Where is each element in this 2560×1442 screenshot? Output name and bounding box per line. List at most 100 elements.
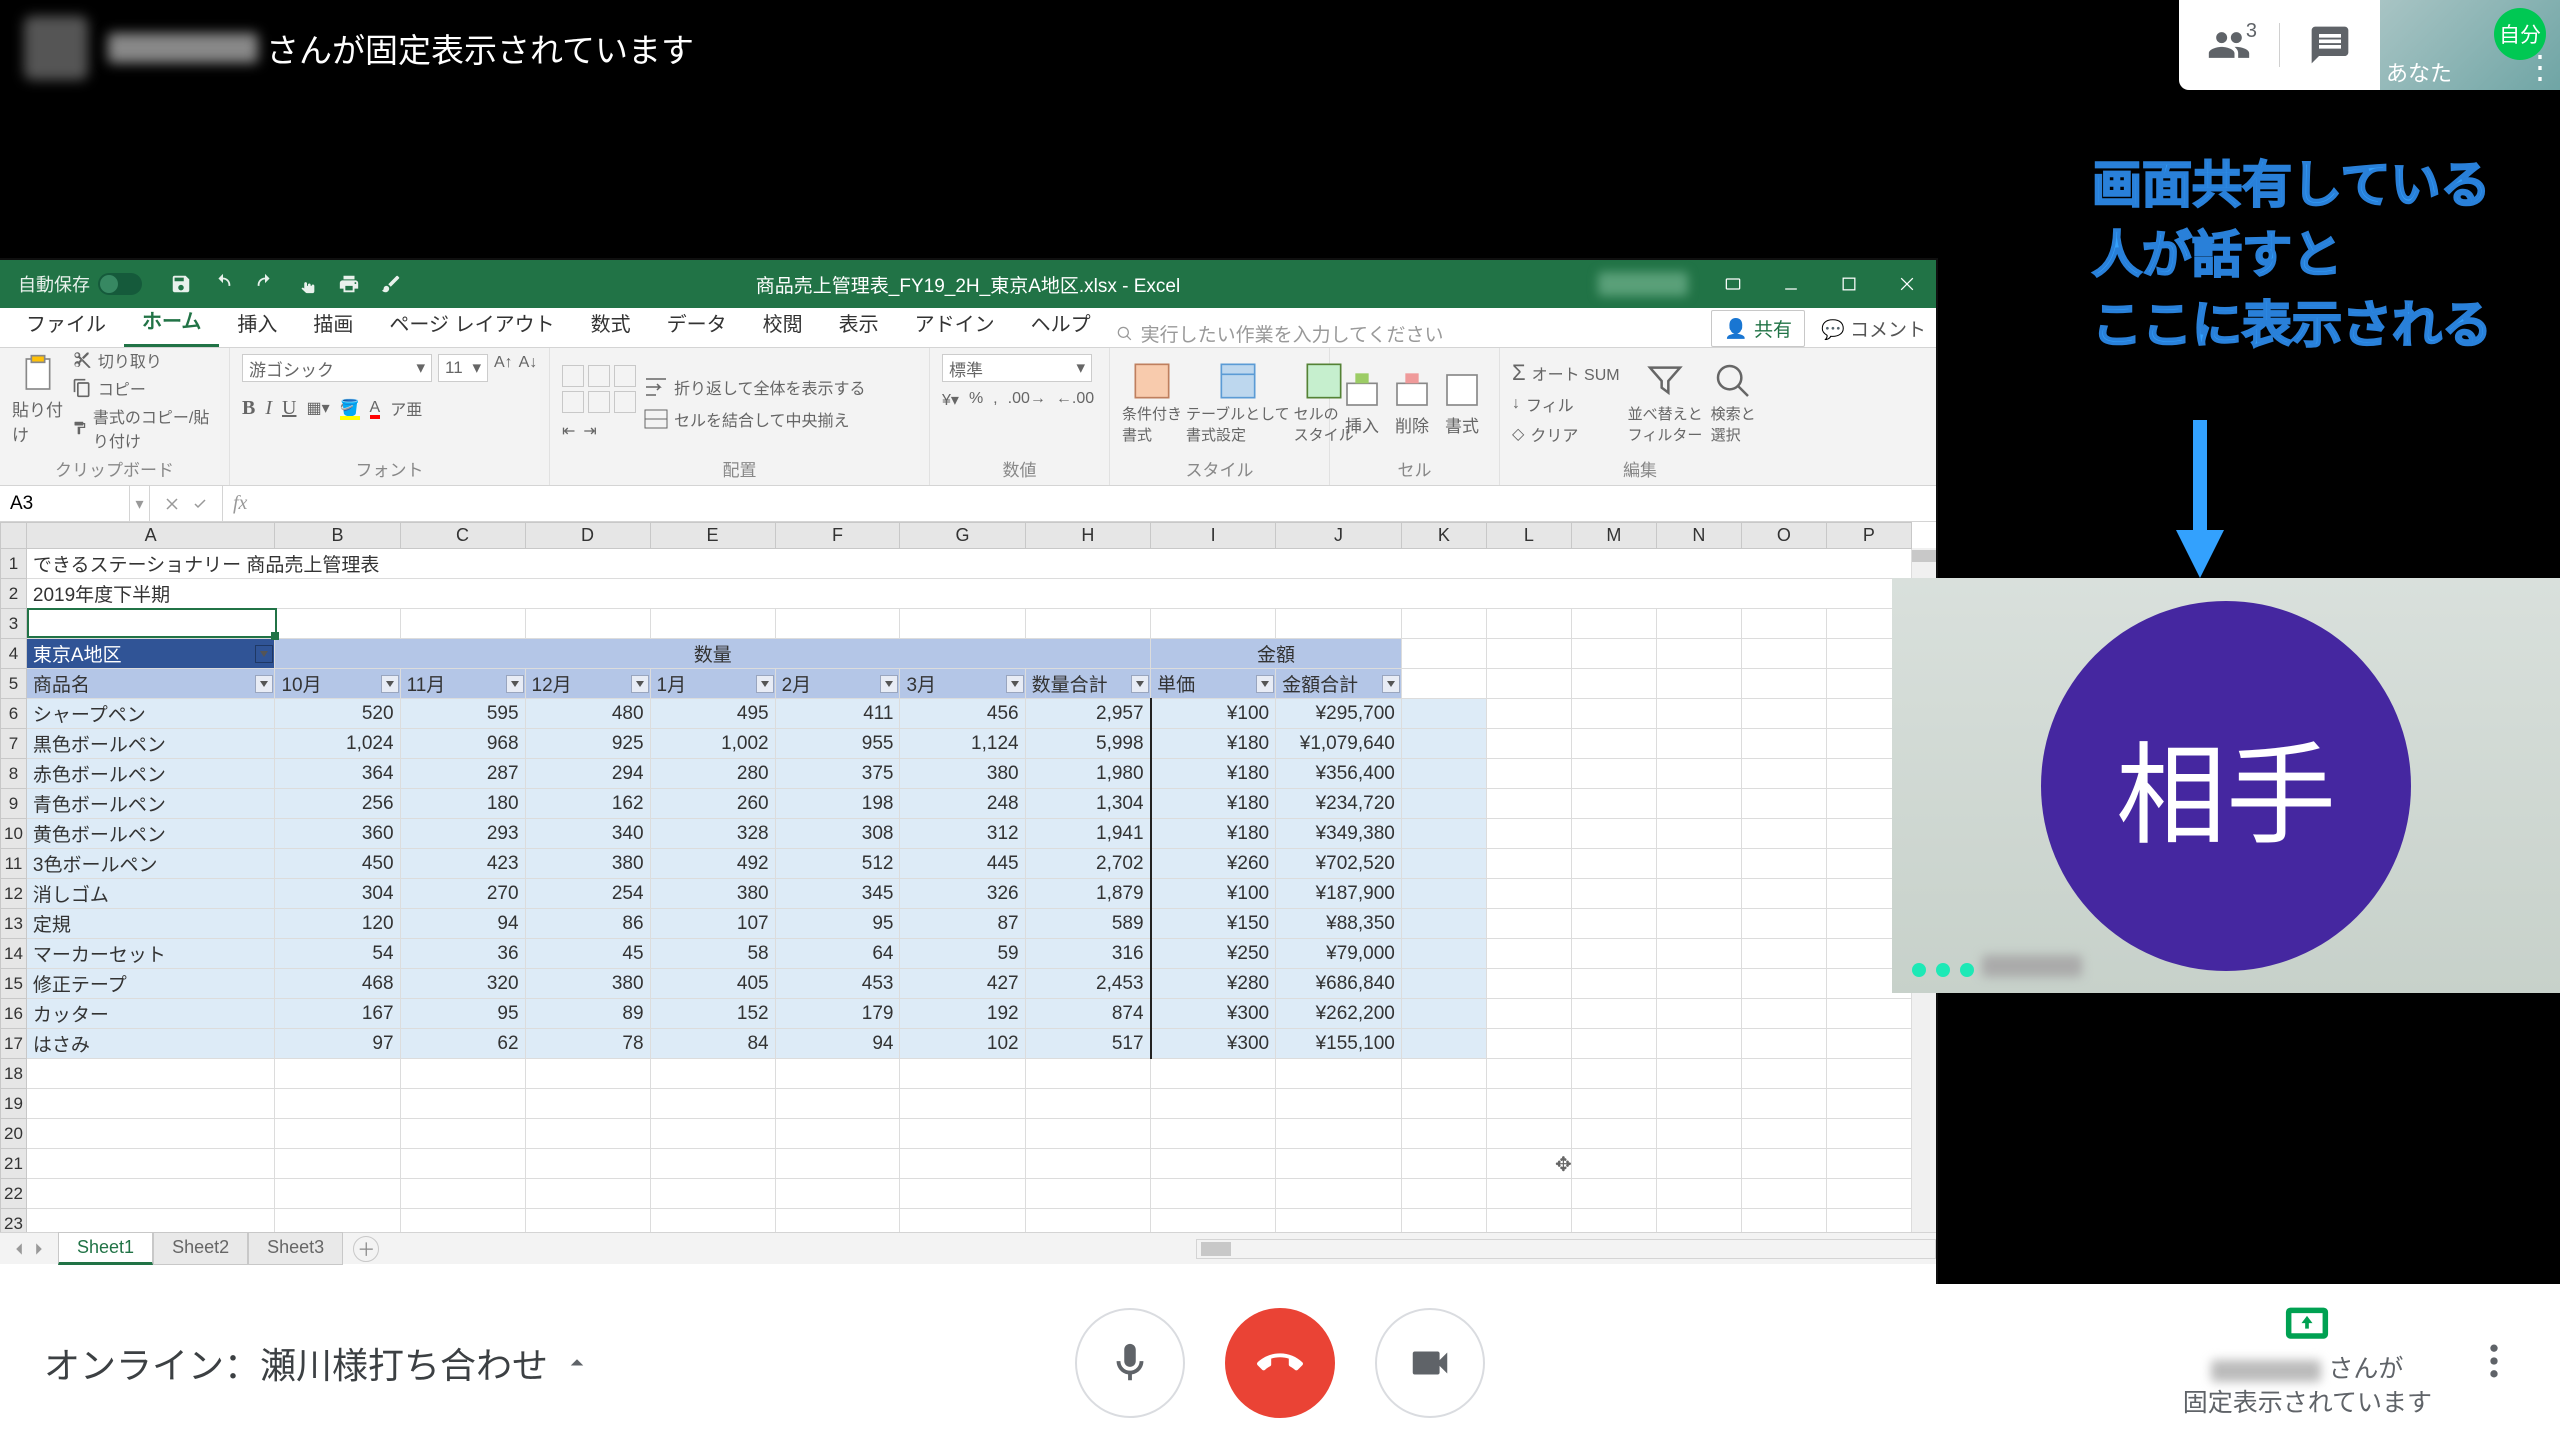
sheet-nav-buttons[interactable]: [0, 1242, 58, 1256]
data-cell[interactable]: 198: [775, 789, 900, 819]
data-cell[interactable]: 120: [275, 909, 400, 939]
empty-cell[interactable]: [1276, 1209, 1402, 1233]
sheet-subtitle-cell[interactable]: 2019年度下半期: [26, 579, 1911, 609]
empty-cell[interactable]: [1571, 1209, 1656, 1233]
empty-cell[interactable]: [1571, 1119, 1656, 1149]
unit-price-cell[interactable]: ¥180: [1151, 819, 1276, 849]
print-icon[interactable]: [338, 273, 360, 295]
empty-cell[interactable]: [400, 1149, 525, 1179]
fill-color-button[interactable]: 🪣: [340, 398, 360, 418]
product-name-cell[interactable]: カッター: [26, 999, 275, 1029]
quick-access-toolbar[interactable]: [170, 273, 402, 295]
empty-cell[interactable]: [1826, 1179, 1911, 1209]
data-cell[interactable]: 54: [275, 939, 400, 969]
empty-cell[interactable]: [1486, 1179, 1571, 1209]
data-cell[interactable]: 94: [400, 909, 525, 939]
empty-cell[interactable]: [1025, 1149, 1150, 1179]
empty-cell[interactable]: [1826, 1059, 1911, 1089]
column-header[interactable]: P: [1826, 523, 1911, 549]
horizontal-scrollbar[interactable]: [1196, 1239, 1936, 1259]
font-name-select[interactable]: 游ゴシック▾: [242, 354, 432, 382]
product-name-cell[interactable]: 黄色ボールペン: [26, 819, 275, 849]
format-painter-button[interactable]: 書式のコピー/貼り付け: [72, 404, 217, 452]
empty-cell[interactable]: [650, 1179, 775, 1209]
empty-cell[interactable]: [525, 1089, 650, 1119]
empty-cell[interactable]: [775, 1149, 900, 1179]
data-cell[interactable]: 380: [900, 759, 1025, 789]
amount-cell[interactable]: ¥1,079,640: [1276, 729, 1402, 759]
bold-button[interactable]: B: [242, 397, 255, 420]
empty-cell[interactable]: [1741, 1089, 1826, 1119]
fx-icon[interactable]: fx: [233, 492, 247, 515]
font-size-select[interactable]: 11▾: [438, 354, 488, 382]
data-cell[interactable]: 445: [900, 849, 1025, 879]
data-cell[interactable]: 320: [400, 969, 525, 999]
find-select-button[interactable]: 検索と 選択: [1711, 361, 1756, 445]
empty-cell[interactable]: [525, 1209, 650, 1233]
empty-cell[interactable]: [1741, 1209, 1826, 1233]
data-cell[interactable]: 512: [775, 849, 900, 879]
add-sheet-button[interactable]: ＋: [353, 1236, 379, 1262]
empty-cell[interactable]: [900, 1209, 1025, 1233]
qty-sum-cell[interactable]: 5,998: [1025, 729, 1150, 759]
empty-cell[interactable]: [1025, 1059, 1150, 1089]
data-cell[interactable]: 968: [400, 729, 525, 759]
sheet-tab[interactable]: Sheet1: [58, 1232, 153, 1265]
empty-cell[interactable]: [400, 1089, 525, 1119]
data-cell[interactable]: 280: [650, 759, 775, 789]
empty-cell[interactable]: [1486, 1089, 1571, 1119]
product-name-cell[interactable]: 消しゴム: [26, 879, 275, 909]
data-cell[interactable]: 256: [275, 789, 400, 819]
qty-sum-cell[interactable]: 874: [1025, 999, 1150, 1029]
product-name-cell[interactable]: 3色ボールペン: [26, 849, 275, 879]
data-cell[interactable]: 453: [775, 969, 900, 999]
unit-price-cell[interactable]: ¥300: [1151, 1029, 1276, 1059]
empty-cell[interactable]: [275, 1059, 400, 1089]
data-cell[interactable]: 86: [525, 909, 650, 939]
qty-group-header[interactable]: 数量: [275, 639, 1151, 669]
table-column-header[interactable]: 10月: [275, 669, 400, 699]
empty-cell[interactable]: [1826, 1149, 1911, 1179]
product-name-cell[interactable]: 定規: [26, 909, 275, 939]
column-header[interactable]: N: [1656, 523, 1741, 549]
data-cell[interactable]: 925: [525, 729, 650, 759]
minimize-button[interactable]: [1762, 260, 1820, 308]
data-cell[interactable]: 94: [775, 1029, 900, 1059]
empty-cell[interactable]: [1826, 1089, 1911, 1119]
data-cell[interactable]: 102: [900, 1029, 1025, 1059]
empty-cell[interactable]: [400, 1179, 525, 1209]
underline-button[interactable]: U: [282, 397, 296, 420]
empty-cell[interactable]: [26, 1209, 275, 1233]
phonetic-button[interactable]: ア亜: [390, 396, 422, 420]
amount-cell[interactable]: ¥349,380: [1276, 819, 1402, 849]
amount-cell[interactable]: ¥79,000: [1276, 939, 1402, 969]
clear-button[interactable]: ◇クリア: [1512, 422, 1620, 446]
table-column-header[interactable]: 数量合計: [1025, 669, 1150, 699]
autosave-toggle[interactable]: 自動保存: [18, 271, 142, 297]
data-cell[interactable]: 293: [400, 819, 525, 849]
meeting-title[interactable]: オンライン：瀬川様打ち合わせ: [44, 1337, 592, 1389]
data-cell[interactable]: 97: [275, 1029, 400, 1059]
sheet-tab[interactable]: Sheet3: [248, 1232, 343, 1265]
formula-input[interactable]: [247, 486, 1936, 521]
data-cell[interactable]: 95: [400, 999, 525, 1029]
empty-cell[interactable]: [1571, 1059, 1656, 1089]
empty-cell[interactable]: [1571, 1149, 1656, 1179]
empty-cell[interactable]: [1741, 1059, 1826, 1089]
data-cell[interactable]: 1,124: [900, 729, 1025, 759]
empty-cell[interactable]: [775, 1059, 900, 1089]
empty-cell[interactable]: [775, 1179, 900, 1209]
data-cell[interactable]: 84: [650, 1029, 775, 1059]
qty-sum-cell[interactable]: 1,879: [1025, 879, 1150, 909]
amount-cell[interactable]: ¥356,400: [1276, 759, 1402, 789]
empty-cell[interactable]: [525, 1119, 650, 1149]
font-color-button[interactable]: A: [370, 399, 381, 417]
column-header[interactable]: L: [1486, 523, 1571, 549]
empty-cell[interactable]: [1571, 1179, 1656, 1209]
empty-cell[interactable]: [275, 1089, 400, 1119]
empty-cell[interactable]: [1741, 1119, 1826, 1149]
empty-cell[interactable]: [900, 1059, 1025, 1089]
product-name-cell[interactable]: 赤色ボールペン: [26, 759, 275, 789]
column-header[interactable]: A: [26, 523, 275, 549]
data-cell[interactable]: 955: [775, 729, 900, 759]
